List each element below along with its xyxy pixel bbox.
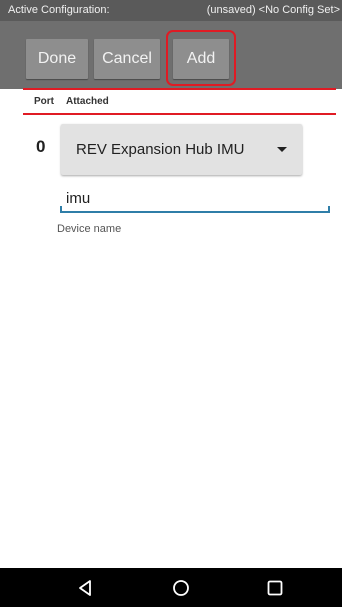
device-name-field[interactable] [60, 186, 330, 213]
device-name-hint: Device name [57, 223, 122, 235]
back-triangle-icon[interactable] [76, 578, 96, 598]
device-type-value: REV Expansion Hub IMU [76, 141, 245, 158]
underline-left-tick [60, 206, 62, 211]
column-header-attached: Attached [66, 96, 109, 107]
done-button[interactable]: Done [26, 39, 88, 79]
port-number: 0 [36, 137, 46, 156]
active-config-value: (unsaved) <No Config Set> [206, 4, 340, 16]
column-header-port: Port [34, 96, 54, 107]
active-config-label: Active Configuration: [8, 4, 110, 16]
dropdown-arrow-icon [277, 147, 287, 152]
system-navigation-bar [0, 568, 342, 607]
recent-square-icon[interactable] [265, 578, 285, 598]
config-status-bar: Active Configuration: (unsaved) <No Conf… [0, 0, 342, 21]
home-circle-icon[interactable] [171, 578, 191, 598]
underline-right-tick [328, 206, 330, 211]
device-name-input[interactable] [66, 190, 306, 207]
action-toolbar: Done Cancel Add [0, 21, 342, 89]
header-highlight-top-line [23, 88, 336, 90]
add-button-highlight [166, 30, 236, 86]
device-type-dropdown[interactable]: REV Expansion Hub IMU [61, 124, 302, 175]
cancel-button[interactable]: Cancel [94, 39, 160, 79]
header-highlight-bottom-line [23, 113, 336, 115]
